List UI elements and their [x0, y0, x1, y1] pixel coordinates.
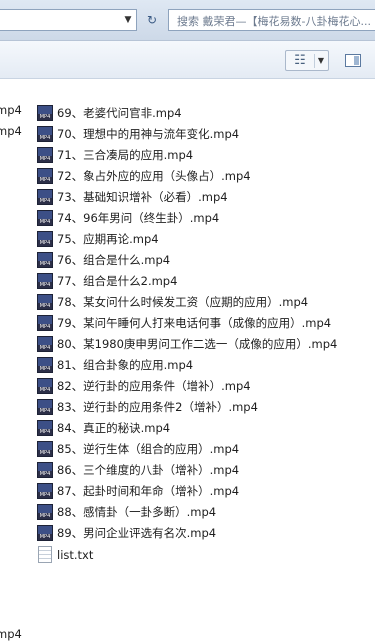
file-item[interactable]: 78、某女问什么时候发工资（应期的应用）.mp4 [37, 291, 375, 312]
file-item[interactable]: 76、组合是什么.mp4 [37, 249, 375, 270]
file-item[interactable]: 72、象占外应的应用（头像占）.mp4 [37, 165, 375, 186]
view-grid-icon: ☷ [294, 53, 306, 68]
address-bar-area: ▼ ↻ 搜索 戴荣君—【梅花易数-八卦梅花心... [0, 0, 375, 41]
file-item[interactable]: 82、逆行卦的应用条件（增补）.mp4 [37, 376, 375, 397]
refresh-icon[interactable]: ↻ [142, 10, 162, 30]
video-file-icon [37, 336, 53, 353]
video-file-icon [37, 167, 53, 184]
video-file-icon [37, 125, 53, 142]
video-file-icon [37, 399, 53, 416]
video-file-icon [37, 420, 53, 437]
file-item[interactable]: 79、某问午睡何人打来电话何事（成像的应用）.mp4 [37, 312, 375, 333]
video-file-icon [37, 104, 53, 121]
chevron-down-icon[interactable]: ▼ [122, 13, 134, 27]
video-file-icon [37, 272, 53, 289]
search-placeholder: 搜索 戴荣君—【梅花易数-八卦梅花心... [177, 15, 371, 28]
text-file-icon [38, 546, 52, 563]
file-item[interactable]: 81、组合卦象的应用.mp4 [37, 355, 375, 376]
video-file-icon [37, 251, 53, 268]
video-file-icon [37, 483, 53, 500]
video-file-icon [37, 230, 53, 247]
file-item[interactable]: 73、基础知识增补（必看）.mp4 [37, 186, 375, 207]
file-item[interactable]: 88、感情卦（一卦多断）.mp4 [37, 502, 375, 523]
video-file-icon [37, 314, 53, 331]
file-item[interactable]: 85、逆行生体（组合的应用）.mp4 [37, 439, 375, 460]
video-file-icon [37, 146, 53, 163]
video-file-icon [37, 504, 53, 521]
file-item[interactable]: 71、三合凑局的应用.mp4 [37, 144, 375, 165]
file-item[interactable]: 87、起卦时间和年命（增补）.mp4 [37, 481, 375, 502]
video-file-icon [37, 293, 53, 310]
file-item[interactable]: 89、男问企业评选有名次.mp4 [37, 523, 375, 544]
file-item[interactable]: 74、96年男问（终生卦）.mp4 [37, 207, 375, 228]
command-toolbar: ☷ ▼ [0, 41, 375, 79]
file-list: 69、老婆代问官非.mp4 70、理想中的用神与流年变化.mp4 71、三合凑局… [37, 102, 375, 565]
video-file-icon [37, 357, 53, 374]
video-file-icon [37, 188, 53, 205]
list-item[interactable]: mp4 [0, 101, 28, 119]
file-item[interactable]: 75、应期再论.mp4 [37, 228, 375, 249]
left-file-column: mp4 mp4 mp4 [0, 0, 30, 641]
video-file-icon [37, 378, 53, 395]
video-file-icon [37, 462, 53, 479]
file-item[interactable]: 70、理想中的用神与流年变化.mp4 [37, 123, 375, 144]
video-file-icon [37, 209, 53, 226]
search-input[interactable]: 搜索 戴荣君—【梅花易数-八卦梅花心... [168, 9, 375, 31]
file-item[interactable]: 77、组合是什么2.mp4 [37, 270, 375, 291]
file-item[interactable]: list.txt [37, 544, 375, 565]
chevron-down-icon[interactable]: ▼ [314, 54, 327, 68]
file-item[interactable]: 80、某1980庚申男问工作二选一（成像的应用）.mp4 [37, 334, 375, 355]
file-item[interactable]: 84、真正的秘诀.mp4 [37, 418, 375, 439]
video-file-icon [37, 525, 53, 542]
list-item[interactable]: mp4 [0, 625, 28, 643]
file-item[interactable]: 86、三个维度的八卦（增补）.mp4 [37, 460, 375, 481]
preview-pane-icon[interactable] [345, 54, 361, 67]
change-view-button[interactable]: ☷ ▼ [285, 50, 329, 71]
list-item[interactable]: mp4 [0, 122, 28, 140]
video-file-icon [37, 441, 53, 458]
file-item[interactable]: 69、老婆代问官非.mp4 [37, 102, 375, 123]
file-item[interactable]: 83、逆行卦的应用条件2（增补）.mp4 [37, 397, 375, 418]
